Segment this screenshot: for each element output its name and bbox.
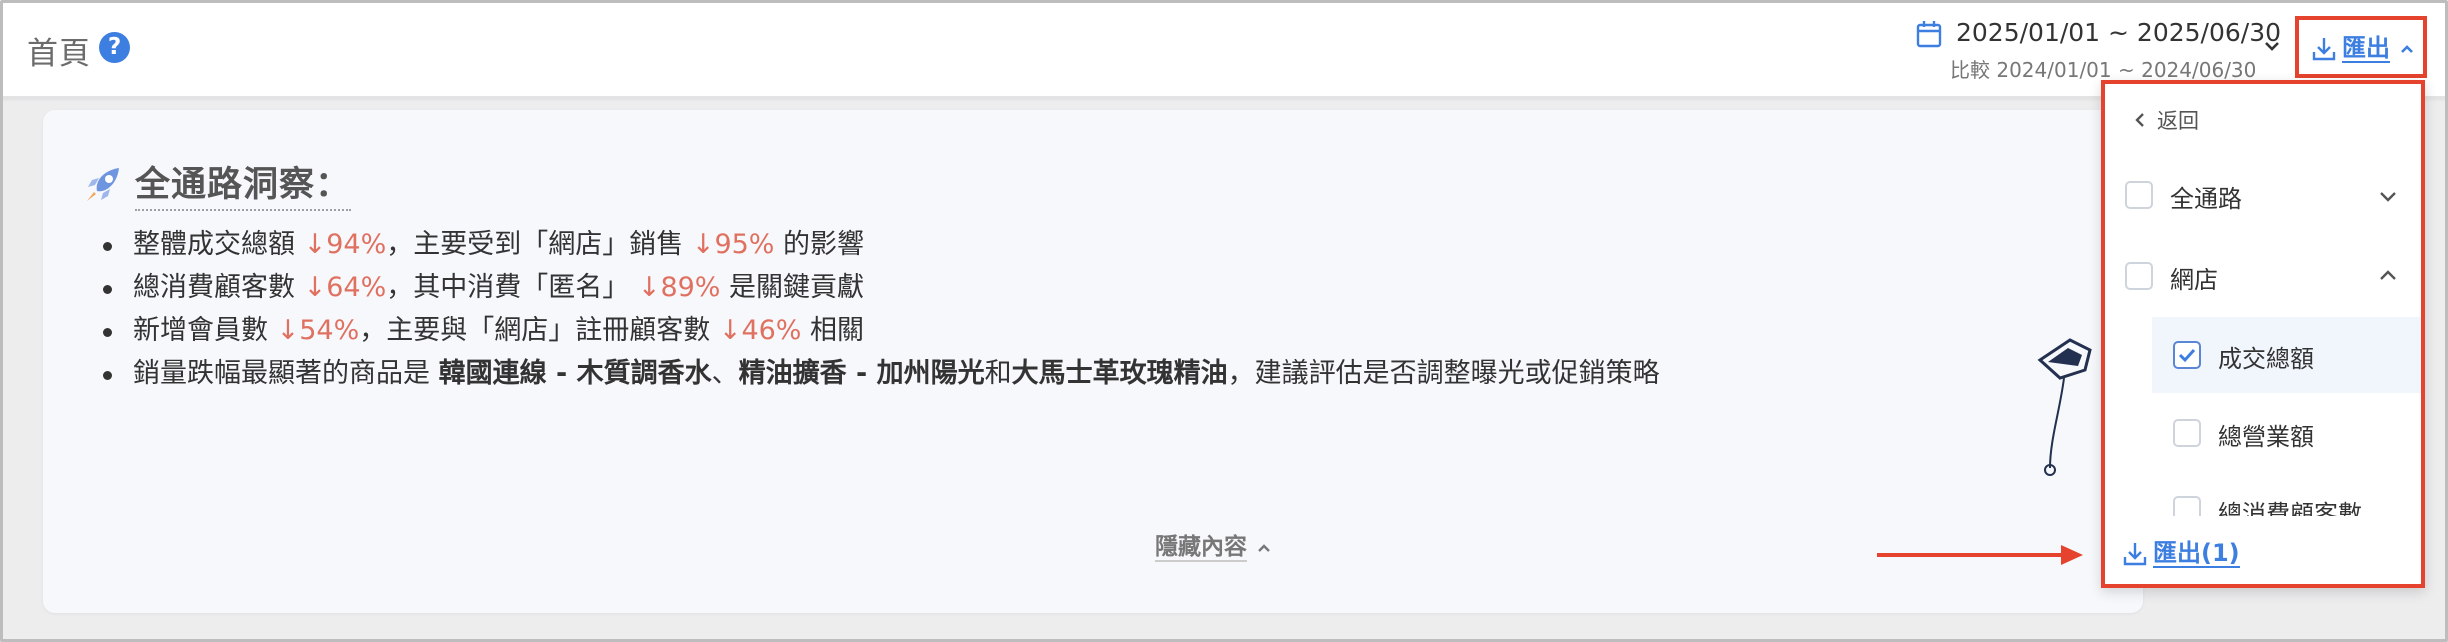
export-button[interactable]: 匯出 <box>2295 16 2427 78</box>
insight-text: 的影響 <box>774 229 865 260</box>
insight-text: ，建議評估是否調整曝光或促銷策略 <box>1227 358 1660 389</box>
insight-text: 、 <box>711 358 739 389</box>
insight-text: 是關鍵貢獻 <box>720 272 865 303</box>
change-percentage: ↓95% <box>691 229 775 260</box>
insight-line: 整體成交總額 ↓94%，主要受到「網店」銷售 ↓95% 的影響 <box>103 225 1660 268</box>
hide-content-label: 隱藏內容 <box>1155 534 1247 562</box>
insight-list: 整體成交總額 ↓94%，主要受到「網店」銷售 ↓95% 的影響 總消費顧客數 ↓6… <box>103 225 1660 397</box>
change-percentage: ↓64% <box>303 272 387 303</box>
chevron-down-icon[interactable] <box>2379 190 2397 202</box>
insight-text: 總消費顧客數 <box>133 272 304 303</box>
product-name: 大馬士革玫瑰精油 <box>1011 358 1228 389</box>
menu-item-gmv[interactable]: 成交總額 <box>2152 317 2421 393</box>
insight-line: 新增會員數 ↓54%，主要與「網店」註冊顧客數 ↓46% 相關 <box>103 311 1660 354</box>
top-header: 首頁 ? 2025/01/01 ~ 2025/06/30 比較 2024/01/… <box>0 0 2448 98</box>
checkbox[interactable] <box>2173 419 2201 447</box>
insight-text: 和 <box>984 358 1012 389</box>
change-percentage: ↓54% <box>276 315 360 346</box>
insight-text: ，其中消費「匿名」 <box>386 272 638 303</box>
insight-text: ，主要與「網店」註冊顧客數 <box>359 315 719 346</box>
product-name: 精油擴香 - 加州陽光 <box>738 358 985 389</box>
product-name: 韓國連線 - 木質調香水 <box>438 358 712 389</box>
compare-range-value: 比較 2024/01/01 ~ 2024/06/30 <box>1950 58 2257 82</box>
checkbox[interactable] <box>2125 181 2153 209</box>
insight-title: 全通路洞察： <box>135 156 352 211</box>
check-icon <box>2178 348 2196 363</box>
date-range-picker[interactable]: 2025/01/01 ~ 2025/06/30 比較 2024/01/01 ~ … <box>1916 16 2281 82</box>
back-button[interactable]: 返回 <box>2135 105 2199 135</box>
insight-text: 銷量跌幅最顯著的商品是 <box>133 358 439 389</box>
checkbox-checked[interactable] <box>2173 341 2201 369</box>
insight-line: 銷量跌幅最顯著的商品是 韓國連線 - 木質調香水、精油擴香 - 加州陽光和大馬士… <box>103 354 1660 397</box>
insight-card: 全通路洞察： 整體成交總額 ↓94%，主要受到「網店」銷售 ↓95% 的影響 總消… <box>43 110 2143 613</box>
annotation-arrow-icon <box>1877 545 2083 565</box>
chevron-up-icon <box>1258 544 1270 552</box>
download-icon <box>2312 38 2336 61</box>
back-label: 返回 <box>2157 109 2199 133</box>
menu-item-all-channels[interactable]: 全通路 <box>2105 157 2421 233</box>
change-percentage: ↓46% <box>718 315 802 346</box>
chevron-up-icon <box>2401 45 2413 53</box>
decorative-illustration <box>2037 338 2092 476</box>
export-button-label: 匯出 <box>2342 34 2390 63</box>
insight-text: ，主要受到「網店」銷售 <box>386 229 692 260</box>
checkbox[interactable] <box>2125 262 2153 290</box>
chevron-down-icon[interactable] <box>2264 40 2280 52</box>
calendar-icon <box>1916 21 1942 48</box>
insight-text: 新增會員數 <box>133 315 277 346</box>
export-selected-label: 匯出(1) <box>2153 539 2240 568</box>
chevron-up-icon[interactable] <box>2379 269 2397 281</box>
dropdown-footer: 匯出(1) <box>2105 516 2421 584</box>
insight-line: 總消費顧客數 ↓64%，其中消費「匿名」 ↓89% 是關鍵貢獻 <box>103 268 1660 311</box>
chevron-left-icon <box>2135 113 2144 127</box>
change-percentage: ↓94% <box>303 229 387 260</box>
rocket-icon <box>87 167 119 201</box>
date-range-value: 2025/01/01 ~ 2025/06/30 <box>1956 18 2282 47</box>
menu-item-label: 全通路 <box>2170 185 2242 213</box>
menu-item-online-store[interactable]: 網店 <box>2105 238 2421 314</box>
export-dropdown-menu: 返回 全通路 網店 成交總額 總營業額 總消費顧客數 匯出(1) <box>2101 80 2425 588</box>
hide-content-toggle[interactable]: 隱藏內容 <box>1155 534 1271 562</box>
menu-item-total-revenue[interactable]: 總營業額 <box>2152 395 2421 471</box>
menu-item-label: 成交總額 <box>2218 345 2314 373</box>
menu-item-label: 網店 <box>2170 266 2218 294</box>
question-circle-icon[interactable]: ? <box>99 32 130 63</box>
menu-item-label: 總營業額 <box>2218 423 2314 451</box>
download-icon <box>2123 543 2147 566</box>
insight-text: 整體成交總額 <box>133 229 304 260</box>
export-selected-button[interactable]: 匯出(1) <box>2123 540 2240 568</box>
insight-text: 相關 <box>801 315 865 346</box>
page-title: 首頁 <box>27 36 91 72</box>
change-percentage: ↓89% <box>637 272 721 303</box>
